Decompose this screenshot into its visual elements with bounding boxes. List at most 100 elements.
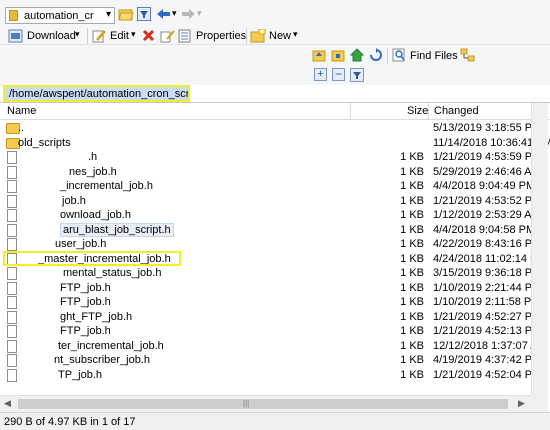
command-toolbar: Download ▾ Edit ▾ Properties New ▾ — [0, 27, 550, 45]
file-row[interactable]: _master_incremental_job.h 1 KB 4/24/2018 1… — [0, 250, 547, 267]
file-changed: 1/12/2019 2:53:29 AM — [433, 209, 541, 221]
home-icon[interactable] — [350, 48, 365, 62]
file-row[interactable]: .h 1 KB 1/21/2019 4:53:59 PM — [0, 150, 541, 165]
file-size: 1 KB — [400, 310, 424, 323]
file-icon — [7, 354, 17, 367]
file-row[interactable]: nes_job.h 1 KB 5/29/2019 2:46:46 AM — [0, 165, 541, 180]
file-row[interactable]: TP_job.h 1 KB 1/21/2019 4:52:04 PM — [0, 368, 541, 383]
forward-dropdown-icon[interactable]: ▾ — [197, 8, 202, 19]
file-row[interactable]: FTP_job.h 1 KB 1/10/2019 2:11:58 PM — [0, 295, 540, 310]
scroll-grip-icon: ||| — [243, 399, 250, 408]
file-changed: 4/4/2018 9:04:49 PM — [433, 180, 536, 192]
file-name: .h — [88, 151, 98, 163]
edit-dropdown-icon[interactable]: ▾ — [131, 29, 136, 40]
file-name: ght_FTP_job.h — [60, 310, 133, 323]
file-name: job.h — [62, 194, 86, 207]
file-size: 1 KB — [400, 180, 424, 192]
properties-button[interactable]: Properties — [196, 30, 246, 42]
expand-icon[interactable]: + — [314, 68, 327, 81]
download-icon — [8, 29, 23, 43]
filter-small-icon[interactable] — [350, 68, 364, 82]
file-icon — [7, 209, 17, 222]
column-header: Name Size Changed — [0, 103, 550, 120]
file-row[interactable]: user_job.h 1 KB 4/22/2019 8:43:16 PM — [0, 237, 541, 252]
current-path[interactable]: /home/awspent/automation_cron_script/ — [3, 85, 190, 102]
path-dropdown[interactable]: automation_cr ▾ — [5, 7, 115, 24]
edit-button[interactable]: Edit — [110, 30, 129, 42]
open-folder-icon[interactable] — [118, 7, 134, 21]
file-size: 1 KB — [400, 151, 424, 163]
file-icon — [7, 339, 17, 353]
root-dir-icon[interactable] — [331, 49, 346, 62]
new-button[interactable]: New — [269, 30, 291, 42]
file-name: ter_incremental_job.h — [58, 339, 164, 352]
file-row[interactable]: mental_status_job.h 1 KB 3/15/2019 9:36:18… — [0, 266, 541, 281]
file-row[interactable]: job.h 1 KB 1/21/2019 4:53:52 PM — [0, 194, 541, 209]
file-row[interactable]: FTP_job.h 1 KB 1/10/2019 2:21:44 PM — [0, 281, 541, 296]
file-changed: 4/24/2018 11:02:14 PM — [433, 252, 547, 265]
vertical-scrollbar[interactable] — [531, 103, 548, 395]
file-icon — [7, 310, 17, 324]
status-text: 290 B of 4.97 KB in 1 of 17 — [4, 416, 136, 428]
file-icon — [7, 267, 17, 280]
file-name: TP_job.h — [58, 368, 103, 381]
file-changed: 1/21/2019 4:52:27 PM — [433, 310, 542, 323]
top-toolbar: automation_cr ▾ ▾ ▾ — [0, 0, 550, 27]
column-size[interactable]: Size — [407, 105, 428, 117]
file-row[interactable]: FTP_job.h 1 KB 1/21/2019 4:52:13 PM — [0, 324, 541, 339]
file-changed: 1/21/2019 4:52:13 PM — [433, 325, 542, 337]
file-name: mental_status_job.h — [63, 267, 162, 279]
filter-icon[interactable] — [137, 7, 151, 21]
scroll-left-icon[interactable]: ◀ — [4, 398, 11, 409]
find-icon — [392, 48, 405, 62]
refresh-icon[interactable] — [369, 48, 383, 62]
file-name: .. — [18, 122, 25, 134]
back-dropdown-icon[interactable]: ▾ — [172, 8, 177, 19]
file-size: 1 KB — [400, 368, 424, 381]
back-arrow-icon[interactable] — [157, 8, 171, 20]
scroll-right-icon[interactable]: ▶ — [518, 398, 525, 409]
file-row[interactable]: ght_FTP_job.h 1 KB 1/21/2019 4:52:27 PM — [0, 310, 541, 325]
rename-icon[interactable] — [160, 29, 176, 43]
collapse-icon[interactable]: − — [332, 68, 345, 81]
file-row[interactable]: ownload_job.h 1 KB 1/12/2019 2:53:29 AM — [0, 208, 541, 223]
file-icon — [7, 296, 17, 309]
forward-arrow-icon[interactable] — [182, 8, 196, 20]
file-icon — [7, 281, 17, 295]
file-changed: 4/4/2018 9:04:58 PM — [433, 223, 536, 236]
horizontal-scrollbar[interactable]: ◀ ||| ▶ — [0, 395, 531, 412]
sync-icon[interactable] — [460, 48, 476, 62]
delete-icon[interactable] — [142, 29, 155, 42]
folder-icon — [9, 10, 18, 21]
toolbar-separator — [246, 28, 247, 44]
file-size: 1 KB — [400, 354, 424, 366]
column-divider — [428, 103, 429, 119]
file-name: _incremental_job.h — [60, 180, 153, 192]
file-size: 1 KB — [400, 281, 424, 294]
file-icon — [7, 368, 17, 382]
download-button[interactable]: Download — [27, 30, 76, 42]
properties-icon — [178, 29, 191, 43]
file-row[interactable]: ter_incremental_job.h 1 KB 12/12/2018 1:37… — [0, 339, 547, 354]
file-icon — [7, 180, 17, 193]
toolbar-separator — [87, 28, 88, 44]
file-name: nt_subscriber_job.h — [54, 354, 151, 366]
file-row[interactable]: old_scripts 11/14/2018 10:36:41 AM — [0, 136, 550, 151]
file-changed: 1/21/2019 4:53:52 PM — [433, 194, 542, 207]
file-row[interactable]: nt_subscriber_job.h 1 KB 4/19/2019 4:37:42… — [0, 353, 541, 368]
find-files-button[interactable]: Find Files — [410, 50, 458, 62]
parent-dir-icon[interactable] — [312, 49, 327, 62]
file-icon — [7, 151, 17, 164]
file-size: 1 KB — [400, 339, 424, 352]
chevron-down-icon: ▾ — [105, 9, 111, 20]
file-changed: 5/29/2019 2:46:46 AM — [433, 165, 541, 178]
scroll-thumb[interactable] — [18, 399, 508, 409]
file-row[interactable]: _incremental_job.h 1 KB 4/4/2018 9:04:49 P… — [0, 179, 535, 194]
file-row[interactable]: aru_blast_job_script.h 1 KB 4/4/2018 9:04:… — [0, 222, 535, 238]
new-dropdown-icon[interactable]: ▾ — [293, 29, 298, 40]
download-dropdown-icon[interactable]: ▾ — [75, 29, 80, 40]
column-name[interactable]: Name — [7, 105, 36, 117]
column-changed[interactable]: Changed — [434, 105, 479, 117]
new-folder-icon — [250, 29, 266, 43]
file-row[interactable]: .. 5/13/2019 3:18:55 PM — [0, 121, 541, 136]
